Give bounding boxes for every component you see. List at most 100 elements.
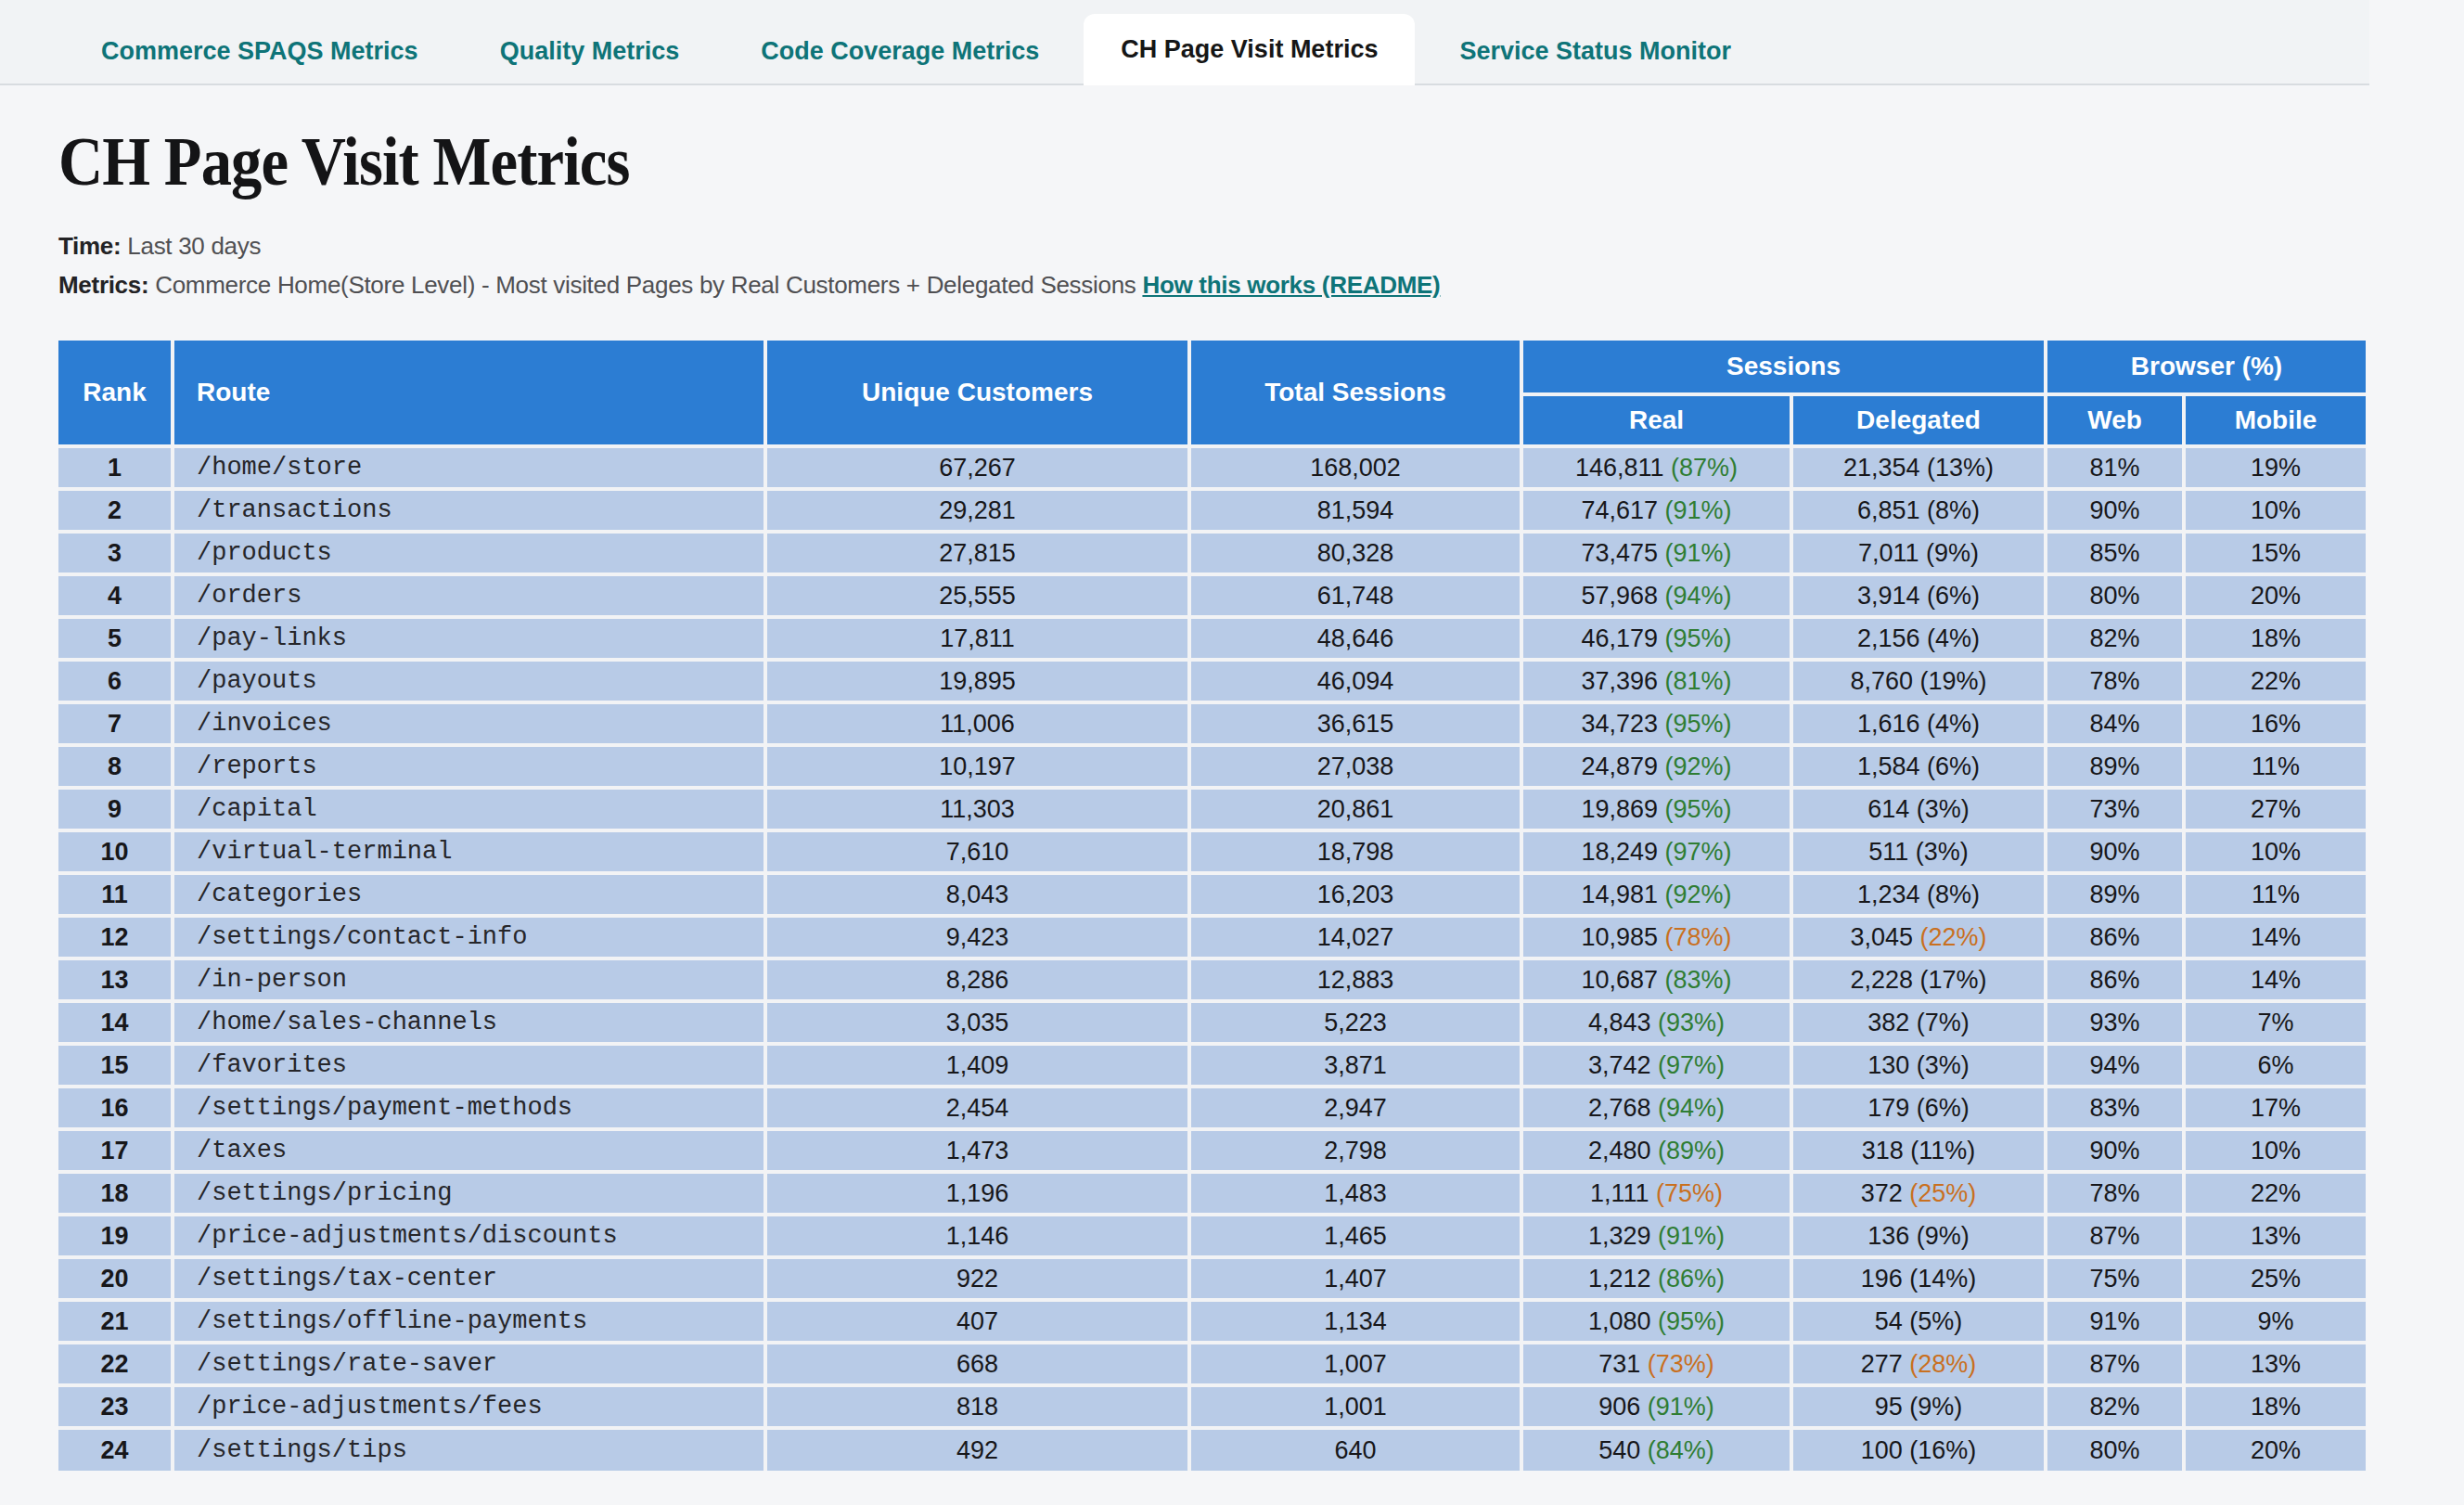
unique-customers-cell: 2,454: [765, 1087, 1189, 1129]
real-pct: (91%): [1665, 539, 1732, 567]
web-pct-cell: 78%: [2046, 1172, 2184, 1215]
rank-cell: 5: [58, 617, 173, 660]
web-pct-cell: 82%: [2046, 617, 2184, 660]
total-sessions-cell: 5,223: [1189, 1001, 1521, 1044]
total-sessions-cell: 1,134: [1189, 1300, 1521, 1343]
web-pct-cell: 75%: [2046, 1257, 2184, 1300]
total-sessions-cell: 80,328: [1189, 532, 1521, 574]
delegated-sessions-cell: 1,234 (8%): [1791, 873, 2046, 916]
web-pct-cell: 80%: [2046, 574, 2184, 617]
rank-cell: 21: [58, 1300, 173, 1343]
unique-customers-cell: 27,815: [765, 532, 1189, 574]
real-pct: (94%): [1658, 1094, 1725, 1122]
tab-code-coverage-metrics[interactable]: Code Coverage Metrics: [724, 16, 1076, 85]
real-sessions-cell: 146,811 (87%): [1521, 446, 1791, 489]
mobile-pct-cell: 14%: [2184, 916, 2366, 958]
table-row: 11/categories8,04316,20314,981 (92%)1,23…: [58, 873, 2366, 916]
real-sessions-cell: 74,617 (91%): [1521, 489, 1791, 532]
route-cell: /settings/offline-payments: [173, 1300, 765, 1343]
delegated-pct: (16%): [1909, 1436, 1976, 1464]
delegated-pct: (5%): [1909, 1307, 1962, 1335]
table-row: 1/home/store67,267168,002146,811 (87%)21…: [58, 446, 2366, 489]
mobile-pct-cell: 10%: [2184, 1129, 2366, 1172]
colhead-mobile: Mobile: [2184, 394, 2366, 446]
table-row: 13/in-person8,28612,88310,687 (83%)2,228…: [58, 958, 2366, 1001]
delegated-sessions-cell: 100 (16%): [1791, 1428, 2046, 1471]
page-content: CH Page Visit Metrics Time: Last 30 days…: [0, 127, 2464, 1471]
web-pct-cell: 89%: [2046, 873, 2184, 916]
rank-cell: 3: [58, 532, 173, 574]
tab-service-status-monitor[interactable]: Service Status Monitor: [1422, 16, 1768, 85]
rank-cell: 17: [58, 1129, 173, 1172]
real-pct: (89%): [1658, 1137, 1725, 1164]
web-pct-cell: 83%: [2046, 1087, 2184, 1129]
table-row: 18/settings/pricing1,1961,4831,111 (75%)…: [58, 1172, 2366, 1215]
delegated-pct: (6%): [1927, 582, 1980, 610]
mobile-pct-cell: 19%: [2184, 446, 2366, 489]
route-cell: /price-adjustments/fees: [173, 1385, 765, 1428]
real-sessions-cell: 19,869 (95%): [1521, 788, 1791, 830]
delegated-sessions-cell: 95 (9%): [1791, 1385, 2046, 1428]
table-row: 2/transactions29,28181,59474,617 (91%)6,…: [58, 489, 2366, 532]
tab-commerce-spaqs-metrics[interactable]: Commerce SPAQS Metrics: [64, 16, 456, 85]
real-sessions-cell: 2,768 (94%): [1521, 1087, 1791, 1129]
rank-cell: 24: [58, 1428, 173, 1471]
delegated-sessions-cell: 8,760 (19%): [1791, 660, 2046, 702]
total-sessions-cell: 2,798: [1189, 1129, 1521, 1172]
mobile-pct-cell: 9%: [2184, 1300, 2366, 1343]
delegated-sessions-cell: 196 (14%): [1791, 1257, 2046, 1300]
delegated-sessions-cell: 277 (28%): [1791, 1343, 2046, 1385]
rank-cell: 10: [58, 830, 173, 873]
rank-cell: 18: [58, 1172, 173, 1215]
delegated-sessions-cell: 1,584 (6%): [1791, 745, 2046, 788]
delegated-sessions-cell: 1,616 (4%): [1791, 702, 2046, 745]
mobile-pct-cell: 7%: [2184, 1001, 2366, 1044]
real-pct: (81%): [1665, 667, 1732, 695]
real-sessions-cell: 1,212 (86%): [1521, 1257, 1791, 1300]
web-pct-cell: 86%: [2046, 958, 2184, 1001]
rank-cell: 12: [58, 916, 173, 958]
metrics-label: Metrics:: [58, 271, 148, 299]
unique-customers-cell: 11,006: [765, 702, 1189, 745]
metrics-value: Commerce Home(Store Level) - Most visite…: [155, 271, 1136, 299]
colhead-delegated: Delegated: [1791, 394, 2046, 446]
route-cell: /favorites: [173, 1044, 765, 1087]
route-cell: /settings/pricing: [173, 1172, 765, 1215]
mobile-pct-cell: 14%: [2184, 958, 2366, 1001]
rank-cell: 13: [58, 958, 173, 1001]
real-sessions-cell: 14,981 (92%): [1521, 873, 1791, 916]
real-pct: (95%): [1665, 624, 1732, 652]
real-pct: (97%): [1658, 1051, 1725, 1079]
total-sessions-cell: 20,861: [1189, 788, 1521, 830]
table-row: 20/settings/tax-center9221,4071,212 (86%…: [58, 1257, 2366, 1300]
web-pct-cell: 87%: [2046, 1215, 2184, 1257]
tab-ch-page-visit-metrics[interactable]: CH Page Visit Metrics: [1084, 14, 1415, 85]
colhead-unique-customers: Unique Customers: [765, 341, 1189, 446]
rank-cell: 22: [58, 1343, 173, 1385]
delegated-pct: (3%): [1917, 795, 1970, 823]
delegated-sessions-cell: 382 (7%): [1791, 1001, 2046, 1044]
rank-cell: 6: [58, 660, 173, 702]
table-row: 21/settings/offline-payments4071,1341,08…: [58, 1300, 2366, 1343]
mobile-pct-cell: 20%: [2184, 1428, 2366, 1471]
mobile-pct-cell: 10%: [2184, 489, 2366, 532]
mobile-pct-cell: 18%: [2184, 1385, 2366, 1428]
real-pct: (83%): [1665, 966, 1732, 994]
web-pct-cell: 73%: [2046, 788, 2184, 830]
total-sessions-cell: 1,007: [1189, 1343, 1521, 1385]
rank-cell: 23: [58, 1385, 173, 1428]
real-sessions-cell: 1,080 (95%): [1521, 1300, 1791, 1343]
metrics-line: Metrics: Commerce Home(Store Level) - Mo…: [58, 265, 2406, 304]
tab-quality-metrics[interactable]: Quality Metrics: [463, 16, 717, 85]
route-cell: /virtual-terminal: [173, 830, 765, 873]
web-pct-cell: 86%: [2046, 916, 2184, 958]
real-sessions-cell: 37,396 (81%): [1521, 660, 1791, 702]
table-row: 4/orders25,55561,74857,968 (94%)3,914 (6…: [58, 574, 2366, 617]
table-row: 16/settings/payment-methods2,4542,9472,7…: [58, 1087, 2366, 1129]
unique-customers-cell: 1,196: [765, 1172, 1189, 1215]
mobile-pct-cell: 18%: [2184, 617, 2366, 660]
real-sessions-cell: 46,179 (95%): [1521, 617, 1791, 660]
readme-link[interactable]: How this works (README): [1142, 271, 1440, 299]
route-cell: /transactions: [173, 489, 765, 532]
delegated-pct: (11%): [1910, 1137, 1975, 1164]
